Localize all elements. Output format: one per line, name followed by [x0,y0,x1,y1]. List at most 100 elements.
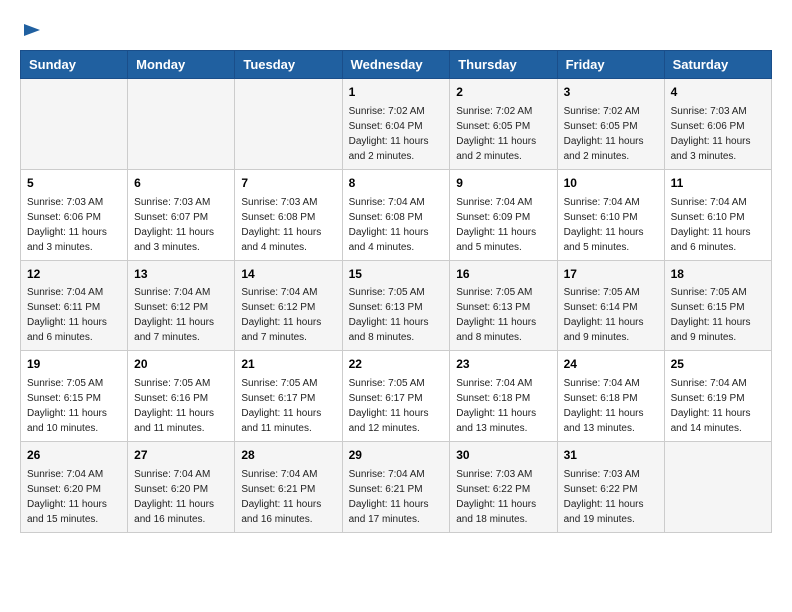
calendar-cell: 1 Sunrise: 7:02 AM Sunset: 6:04 PM Daylig… [342,79,450,170]
day-number: 14 [241,266,335,283]
day-info: Sunrise: 7:02 AM Sunset: 6:05 PM Dayligh… [564,104,658,164]
day-info: Sunrise: 7:04 AM Sunset: 6:10 PM Dayligh… [671,195,765,255]
day-number: 15 [349,266,444,283]
calendar-cell: 5 Sunrise: 7:03 AM Sunset: 6:06 PM Daylig… [21,169,128,260]
day-number: 22 [349,356,444,373]
day-number: 7 [241,175,335,192]
day-info: Sunrise: 7:04 AM Sunset: 6:12 PM Dayligh… [134,285,228,345]
day-number: 12 [27,266,121,283]
day-info: Sunrise: 7:03 AM Sunset: 6:08 PM Dayligh… [241,195,335,255]
calendar-cell: 31 Sunrise: 7:03 AM Sunset: 6:22 PM Dayli… [557,442,664,533]
day-number: 28 [241,447,335,464]
day-info: Sunrise: 7:05 AM Sunset: 6:17 PM Dayligh… [349,376,444,436]
calendar-cell: 27 Sunrise: 7:04 AM Sunset: 6:20 PM Dayli… [128,442,235,533]
calendar-cell: 28Sunrise: 7:04 AM Sunset: 6:21 PM Dayli… [235,442,342,533]
day-info: Sunrise: 7:04 AM Sunset: 6:20 PM Dayligh… [27,467,121,527]
day-info: Sunrise: 7:04 AM Sunset: 6:11 PM Dayligh… [27,285,121,345]
day-info: Sunrise: 7:05 AM Sunset: 6:15 PM Dayligh… [27,376,121,436]
day-info: Sunrise: 7:02 AM Sunset: 6:05 PM Dayligh… [456,104,550,164]
calendar-cell: 30Sunrise: 7:03 AM Sunset: 6:22 PM Dayli… [450,442,557,533]
calendar-cell: 14Sunrise: 7:04 AM Sunset: 6:12 PM Dayli… [235,260,342,351]
day-number: 17 [564,266,658,283]
day-info: Sunrise: 7:04 AM Sunset: 6:20 PM Dayligh… [134,467,228,527]
day-info: Sunrise: 7:04 AM Sunset: 6:21 PM Dayligh… [349,467,444,527]
calendar-cell: 17Sunrise: 7:05 AM Sunset: 6:14 PM Dayli… [557,260,664,351]
day-of-week-header: Wednesday [342,51,450,79]
day-number: 5 [27,175,121,192]
day-info: Sunrise: 7:04 AM Sunset: 6:10 PM Dayligh… [564,195,658,255]
day-info: Sunrise: 7:03 AM Sunset: 6:07 PM Dayligh… [134,195,228,255]
day-number: 20 [134,356,228,373]
calendar-cell: 22 Sunrise: 7:05 AM Sunset: 6:17 PM Dayli… [342,351,450,442]
calendar-cell: 15Sunrise: 7:05 AM Sunset: 6:13 PM Dayli… [342,260,450,351]
calendar-cell: 29 Sunrise: 7:04 AM Sunset: 6:21 PM Dayli… [342,442,450,533]
day-number: 13 [134,266,228,283]
calendar-cell [21,79,128,170]
day-info: Sunrise: 7:04 AM Sunset: 6:08 PM Dayligh… [349,195,444,255]
calendar-cell: 11 Sunrise: 7:04 AM Sunset: 6:10 PM Dayli… [664,169,771,260]
day-number: 18 [671,266,765,283]
calendar-week-row: 26 Sunrise: 7:04 AM Sunset: 6:20 PM Dayli… [21,442,772,533]
calendar-cell: 24 Sunrise: 7:04 AM Sunset: 6:18 PM Dayli… [557,351,664,442]
calendar-header-row: SundayMondayTuesdayWednesdayThursdayFrid… [21,51,772,79]
calendar-cell: 25Sunrise: 7:04 AM Sunset: 6:19 PM Dayli… [664,351,771,442]
calendar-cell: 18 Sunrise: 7:05 AM Sunset: 6:15 PM Dayli… [664,260,771,351]
calendar-week-row: 5 Sunrise: 7:03 AM Sunset: 6:06 PM Daylig… [21,169,772,260]
calendar-table: SundayMondayTuesdayWednesdayThursdayFrid… [20,50,772,533]
day-info: Sunrise: 7:05 AM Sunset: 6:13 PM Dayligh… [456,285,550,345]
calendar-cell: 21 Sunrise: 7:05 AM Sunset: 6:17 PM Dayli… [235,351,342,442]
day-number: 3 [564,84,658,101]
day-info: Sunrise: 7:05 AM Sunset: 6:16 PM Dayligh… [134,376,228,436]
day-info: Sunrise: 7:04 AM Sunset: 6:09 PM Dayligh… [456,195,550,255]
page-header [20,20,772,40]
day-number: 25 [671,356,765,373]
day-number: 26 [27,447,121,464]
calendar-cell [128,79,235,170]
day-number: 10 [564,175,658,192]
calendar-week-row: 12 Sunrise: 7:04 AM Sunset: 6:11 PM Dayli… [21,260,772,351]
day-info: Sunrise: 7:05 AM Sunset: 6:15 PM Dayligh… [671,285,765,345]
day-number: 19 [27,356,121,373]
day-number: 16 [456,266,550,283]
day-number: 31 [564,447,658,464]
day-info: Sunrise: 7:03 AM Sunset: 6:06 PM Dayligh… [671,104,765,164]
calendar-cell: 6 Sunrise: 7:03 AM Sunset: 6:07 PM Daylig… [128,169,235,260]
day-of-week-header: Thursday [450,51,557,79]
calendar-cell: 20 Sunrise: 7:05 AM Sunset: 6:16 PM Dayli… [128,351,235,442]
day-number: 27 [134,447,228,464]
calendar-cell: 26 Sunrise: 7:04 AM Sunset: 6:20 PM Dayli… [21,442,128,533]
calendar-week-row: 19 Sunrise: 7:05 AM Sunset: 6:15 PM Dayli… [21,351,772,442]
logo [20,20,42,40]
day-of-week-header: Sunday [21,51,128,79]
day-of-week-header: Saturday [664,51,771,79]
day-number: 4 [671,84,765,101]
calendar-cell: 8 Sunrise: 7:04 AM Sunset: 6:08 PM Daylig… [342,169,450,260]
day-info: Sunrise: 7:04 AM Sunset: 6:18 PM Dayligh… [456,376,550,436]
day-number: 8 [349,175,444,192]
day-info: Sunrise: 7:03 AM Sunset: 6:22 PM Dayligh… [564,467,658,527]
calendar-cell: 19 Sunrise: 7:05 AM Sunset: 6:15 PM Dayli… [21,351,128,442]
day-number: 6 [134,175,228,192]
day-number: 29 [349,447,444,464]
day-number: 21 [241,356,335,373]
day-number: 24 [564,356,658,373]
day-number: 23 [456,356,550,373]
calendar-cell: 13 Sunrise: 7:04 AM Sunset: 6:12 PM Dayli… [128,260,235,351]
calendar-cell: 4 Sunrise: 7:03 AM Sunset: 6:06 PM Daylig… [664,79,771,170]
calendar-cell: 10 Sunrise: 7:04 AM Sunset: 6:10 PM Dayli… [557,169,664,260]
day-of-week-header: Monday [128,51,235,79]
day-info: Sunrise: 7:03 AM Sunset: 6:06 PM Dayligh… [27,195,121,255]
calendar-cell: 23 Sunrise: 7:04 AM Sunset: 6:18 PM Dayli… [450,351,557,442]
calendar-cell: 12 Sunrise: 7:04 AM Sunset: 6:11 PM Dayli… [21,260,128,351]
day-info: Sunrise: 7:05 AM Sunset: 6:17 PM Dayligh… [241,376,335,436]
day-info: Sunrise: 7:03 AM Sunset: 6:22 PM Dayligh… [456,467,550,527]
day-info: Sunrise: 7:02 AM Sunset: 6:04 PM Dayligh… [349,104,444,164]
day-number: 1 [349,84,444,101]
day-number: 9 [456,175,550,192]
calendar-cell [235,79,342,170]
day-info: Sunrise: 7:04 AM Sunset: 6:18 PM Dayligh… [564,376,658,436]
day-of-week-header: Friday [557,51,664,79]
day-number: 11 [671,175,765,192]
calendar-cell: 9 Sunrise: 7:04 AM Sunset: 6:09 PM Daylig… [450,169,557,260]
day-number: 2 [456,84,550,101]
